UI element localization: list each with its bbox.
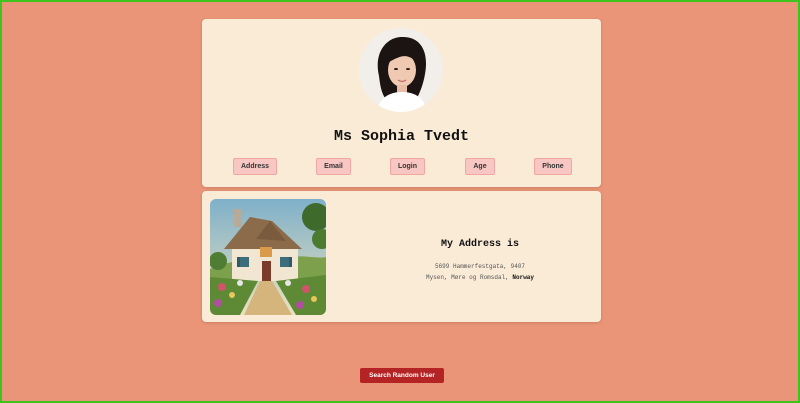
- search-random-user-button[interactable]: Search Random User: [360, 368, 444, 383]
- address-region: Mysen, Møre og Romsdal, Norway: [359, 274, 601, 281]
- address-city-state: Mysen, Møre og Romsdal,: [425, 274, 509, 281]
- profile-card: Ms Sophia Tvedt Address Email Login Age …: [202, 19, 601, 187]
- avatar: [359, 28, 443, 112]
- tab-email[interactable]: Email: [316, 158, 351, 175]
- tab-phone[interactable]: Phone: [534, 158, 572, 175]
- tab-login[interactable]: Login: [390, 158, 425, 175]
- tab-age[interactable]: Age: [465, 158, 495, 175]
- avatar-photo: [359, 28, 443, 112]
- address-street: 5699 Hammerfestgata, 9407: [434, 263, 525, 270]
- house-image: [210, 199, 326, 315]
- house-illustration: [210, 199, 326, 315]
- address-card: My Address is 5699 Hammerfestgata, 9407 …: [202, 191, 601, 322]
- address-country: Norway: [512, 274, 535, 281]
- tab-address[interactable]: Address: [233, 158, 277, 175]
- address-heading: My Address is: [440, 239, 519, 250]
- user-name: Ms Sophia Tvedt: [333, 128, 470, 145]
